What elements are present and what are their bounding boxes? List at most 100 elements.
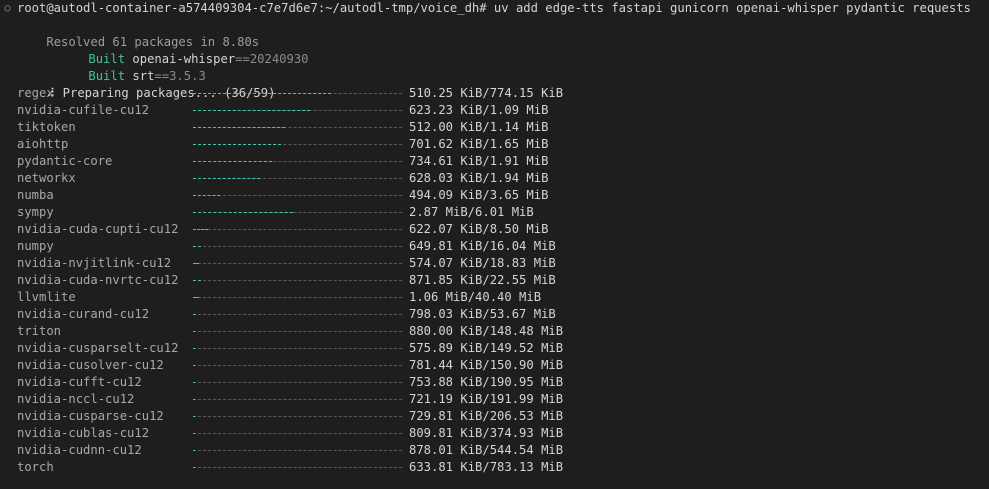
package-download-size: 809.81 KiB/374.93 MiB bbox=[409, 426, 564, 440]
progress-bar bbox=[193, 348, 402, 350]
package-download-size: 649.81 KiB/16.04 MiB bbox=[409, 239, 556, 253]
progress-bar-fill bbox=[193, 127, 285, 128]
progress-bar-fill bbox=[193, 263, 199, 264]
package-download-size: 628.03 KiB/1.94 MiB bbox=[409, 171, 549, 185]
package-progress-row: aiohttp 701.62 KiB/1.65 MiB bbox=[0, 136, 989, 153]
progress-bar-fill bbox=[193, 331, 195, 332]
progress-bar-fill bbox=[193, 93, 331, 94]
circle-outline-icon[interactable]: ○ bbox=[3, 0, 12, 17]
progress-bar bbox=[193, 110, 402, 112]
package-name: numba bbox=[17, 188, 54, 202]
progress-bar-fill bbox=[193, 382, 195, 383]
progress-bar bbox=[193, 467, 402, 469]
package-download-size: 753.88 KiB/190.95 MiB bbox=[409, 375, 564, 389]
command-text: root@autodl-container-a574409304-c7e7d6e… bbox=[17, 1, 971, 15]
package-name: numpy bbox=[17, 239, 54, 253]
package-download-size: 574.07 KiB/18.83 MiB bbox=[409, 256, 556, 270]
preparing-line: ⠼ Preparing packages... (36/59) bbox=[17, 68, 275, 100]
package-download-size: 633.81 KiB/783.13 MiB bbox=[409, 460, 564, 474]
package-download-size: 880.00 KiB/148.48 MiB bbox=[409, 324, 564, 338]
built-line: Built openai-whisper==20240930 bbox=[59, 34, 308, 66]
package-name: pydantic-core bbox=[17, 154, 113, 168]
progress-bar bbox=[193, 195, 402, 197]
progress-bar-fill bbox=[193, 433, 195, 434]
package-progress-row: nvidia-cufft-cu12 753.88 KiB/190.95 MiB bbox=[0, 374, 989, 391]
progress-bar bbox=[193, 382, 402, 384]
progress-bar-fill bbox=[193, 110, 310, 111]
progress-bar bbox=[193, 161, 402, 163]
package-name: sympy bbox=[17, 205, 54, 219]
progress-bar bbox=[193, 297, 402, 299]
package-download-size: 871.85 KiB/22.55 MiB bbox=[409, 273, 556, 287]
progress-bar-fill bbox=[193, 416, 195, 417]
progress-bar-fill bbox=[193, 365, 195, 366]
progress-bar-fill bbox=[193, 399, 195, 400]
package-name: nvidia-cufile-cu12 bbox=[17, 103, 150, 117]
progress-bar-fill bbox=[193, 246, 201, 247]
progress-bar-fill bbox=[193, 314, 196, 315]
package-download-size: 781.44 KiB/150.90 MiB bbox=[409, 358, 564, 372]
package-name: regex bbox=[17, 86, 54, 100]
package-name: tiktoken bbox=[17, 120, 76, 134]
progress-bar bbox=[193, 246, 402, 248]
package-download-size: 622.07 KiB/8.50 MiB bbox=[409, 222, 549, 236]
package-progress-row: nvidia-cuda-nvrtc-cu12 871.85 KiB/22.55 M… bbox=[0, 272, 989, 289]
progress-bar-fill bbox=[193, 348, 195, 349]
package-progress-row: llvmlite 1.06 MiB/40.40 MiB bbox=[0, 289, 989, 306]
package-download-size: 701.62 KiB/1.65 MiB bbox=[409, 137, 549, 151]
progress-bar-fill bbox=[193, 212, 293, 213]
package-download-size: 2.87 MiB/6.01 MiB bbox=[409, 205, 534, 219]
package-progress-row: networkx 628.03 KiB/1.94 MiB bbox=[0, 170, 989, 187]
progress-bar bbox=[193, 433, 402, 435]
package-progress-row: nvidia-nccl-cu12 721.19 KiB/191.99 MiB bbox=[0, 391, 989, 408]
package-name: nvidia-cufft-cu12 bbox=[17, 375, 142, 389]
package-progress-row: nvidia-cusolver-cu12 781.44 KiB/150.90 Mi… bbox=[0, 357, 989, 374]
package-name: aiohttp bbox=[17, 137, 69, 151]
package-download-size: 729.81 KiB/206.53 MiB bbox=[409, 409, 564, 423]
package-progress-row: nvidia-cuda-cupti-cu12 622.07 KiB/8.50 Mi… bbox=[0, 221, 989, 238]
package-download-size: 510.25 KiB/774.15 KiB bbox=[409, 86, 564, 100]
built-package-version: 20240930 bbox=[249, 52, 309, 66]
package-download-size: 734.61 KiB/1.91 MiB bbox=[409, 154, 549, 168]
package-name: nvidia-cuda-nvrtc-cu12 bbox=[17, 273, 179, 287]
built-line: Built srt==3.5.3 bbox=[59, 51, 205, 83]
package-name: triton bbox=[17, 324, 62, 338]
package-name: nvidia-cusparselt-cu12 bbox=[17, 341, 179, 355]
package-progress-row: nvidia-cusparselt-cu12 575.89 KiB/149.52 … bbox=[0, 340, 989, 357]
package-progress-row: nvidia-nvjitlink-cu12 574.07 KiB/18.83 Mi… bbox=[0, 255, 989, 272]
package-download-size: 1.06 MiB/40.40 MiB bbox=[409, 290, 542, 304]
package-download-size: 878.01 KiB/544.54 MiB bbox=[409, 443, 564, 457]
package-progress-row: regex 510.25 KiB/774.15 KiB bbox=[0, 85, 989, 102]
progress-bar bbox=[193, 280, 402, 282]
progress-bar bbox=[193, 93, 402, 95]
package-name: nvidia-nvjitlink-cu12 bbox=[17, 256, 172, 270]
progress-bar-fill bbox=[193, 229, 208, 230]
progress-bar bbox=[193, 212, 402, 214]
package-progress-row: nvidia-cufile-cu12 623.23 KiB/1.09 MiB bbox=[0, 102, 989, 119]
package-download-size: 623.23 KiB/1.09 MiB bbox=[409, 103, 549, 117]
package-name: torch bbox=[17, 460, 54, 474]
progress-bar bbox=[193, 127, 402, 129]
progress-bar bbox=[193, 314, 402, 316]
progress-bar-fill bbox=[193, 450, 195, 451]
package-progress-row: numpy 649.81 KiB/16.04 MiB bbox=[0, 238, 989, 255]
package-progress-row: nvidia-cusparse-cu12 729.81 KiB/206.53 Mi… bbox=[0, 408, 989, 425]
package-progress-row: pydantic-core 734.61 KiB/1.91 MiB bbox=[0, 153, 989, 170]
package-download-size: 512.00 KiB/1.14 MiB bbox=[409, 120, 549, 134]
progress-bar bbox=[193, 144, 402, 146]
package-name: nvidia-cublas-cu12 bbox=[17, 426, 150, 440]
package-progress-row: numba 494.09 KiB/3.65 MiB bbox=[0, 187, 989, 204]
progress-bar bbox=[193, 178, 402, 180]
package-name: nvidia-cudnn-cu12 bbox=[17, 443, 142, 457]
progress-bar-fill bbox=[193, 178, 260, 179]
package-progress-row: sympy 2.87 MiB/6.01 MiB bbox=[0, 204, 989, 221]
package-progress-row: nvidia-curand-cu12 798.03 KiB/53.67 MiB bbox=[0, 306, 989, 323]
package-progress-row: nvidia-cublas-cu12 809.81 KiB/374.93 MiB bbox=[0, 425, 989, 442]
package-name: nvidia-nccl-cu12 bbox=[17, 392, 135, 406]
terminal-window[interactable]: ○ root@autodl-container-a574409304-c7e7d… bbox=[0, 0, 989, 489]
progress-bar bbox=[193, 229, 402, 231]
package-name: nvidia-cusolver-cu12 bbox=[17, 358, 164, 372]
package-name: nvidia-cuda-cupti-cu12 bbox=[17, 222, 179, 236]
package-name: nvidia-cusparse-cu12 bbox=[17, 409, 164, 423]
progress-bar bbox=[193, 450, 402, 452]
